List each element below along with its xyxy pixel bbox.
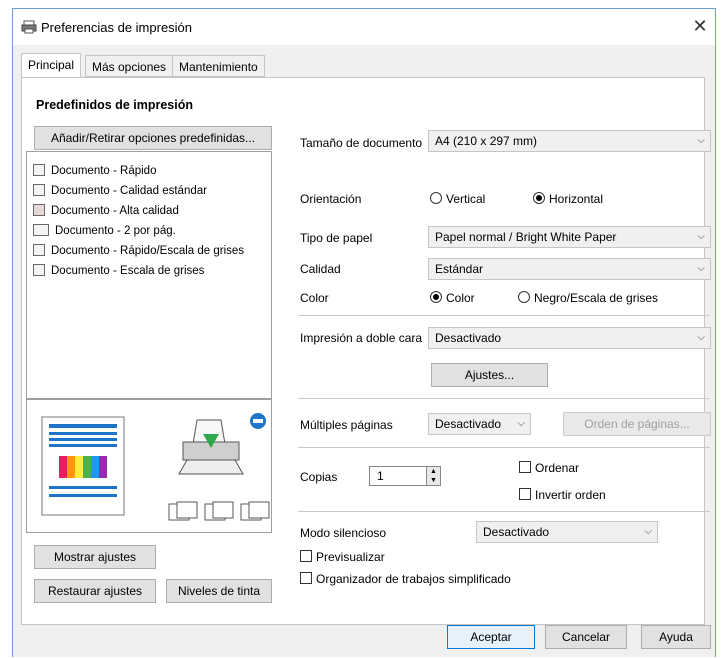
chevron-down-icon: ⌵ [517,418,525,429]
orientation-vertical-radio[interactable] [430,192,442,204]
print-preview [26,399,272,533]
list-item[interactable]: Documento - Escala de grises [33,264,204,278]
copies-stepper[interactable]: 1 ▲ ▼ [369,466,441,486]
divider [298,447,710,448]
paper-type-select[interactable]: Papel normal / Bright White Paper ⌵ [428,226,711,248]
close-button[interactable]: ✕ [689,15,711,37]
multiple-pages-select[interactable]: Desactivado ⌵ [428,413,531,435]
document-grayscale-icon [33,264,45,276]
orientation-horizontal-radio[interactable] [533,192,545,204]
chevron-down-icon: ⌵ [697,263,705,274]
orientation-label: Orientación [300,192,362,206]
two-pages-icon [33,224,49,236]
chevron-down-icon: ⌵ [697,332,705,343]
chevron-down-icon: ⌵ [697,135,705,146]
grayscale-radio[interactable] [518,291,530,303]
tab-principal[interactable]: Principal [21,53,82,78]
chevron-down-icon: ⌵ [644,526,652,537]
title-bar: Preferencias de impresión ✕ [13,9,715,45]
list-item[interactable]: Documento - Alta calidad [33,204,179,218]
preview-checkbox[interactable] [300,550,312,562]
close-icon: ✕ [692,16,708,36]
quality-label: Calidad [300,262,341,276]
collate-label: Ordenar [535,461,580,475]
orientation-vertical-label: Vertical [446,192,486,206]
page-order-icons [168,501,270,521]
quality-select[interactable]: Estándar ⌵ [428,258,711,280]
reverse-order-checkbox[interactable] [519,488,531,500]
list-item[interactable]: Documento - Calidad estándar [33,184,207,198]
collate-checkbox[interactable] [519,461,531,473]
presets-heading: Predefinidos de impresión [36,98,193,112]
document-icon [33,184,45,196]
grayscale-option-label: Negro/Escala de grises [534,291,659,305]
page-preview-illustration [41,416,125,516]
document-photo-icon [33,204,45,216]
list-item[interactable]: Documento - 2 por pág. [33,224,176,238]
document-icon [33,164,45,176]
copies-label: Copias [300,470,338,484]
printer-icon [21,20,37,34]
divider [298,511,710,512]
restore-settings-button[interactable]: Restaurar ajustes [34,579,156,603]
help-button[interactable]: Ayuda [641,625,711,649]
ink-levels-button[interactable]: Niveles de tinta [166,579,272,603]
duplex-settings-button[interactable]: Ajustes... [431,363,548,387]
multiple-pages-label: Múltiples páginas [300,418,393,432]
list-item[interactable]: Documento - Rápido [33,164,156,178]
orientation-horizontal-label: Horizontal [549,192,604,206]
window-title: Preferencias de impresión [41,20,193,35]
show-settings-button[interactable]: Mostrar ajustes [34,545,156,569]
reverse-order-label: Invertir orden [535,488,606,502]
presets-list[interactable]: Documento - Rápido Documento - Calidad e… [26,151,272,399]
cancel-button[interactable]: Cancelar [545,625,627,649]
list-item[interactable]: Documento - Rápido/Escala de grises [33,244,244,258]
add-remove-presets-button[interactable]: Añadir/Retirar opciones predefinidas... [34,126,272,150]
tab-more-options[interactable]: Más opciones [85,55,174,77]
preview-label: Previsualizar [316,550,385,564]
ok-button[interactable]: Aceptar [447,625,535,649]
chevron-down-icon: ⌵ [697,231,705,242]
info-badge-icon [250,413,266,429]
job-arranger-checkbox[interactable] [300,572,312,584]
job-arranger-label: Organizador de trabajos simplificado [316,572,511,586]
document-size-label: Tamaño de documento [300,136,423,150]
divider [298,398,710,399]
document-size-select[interactable]: A4 (210 x 297 mm) ⌵ [428,130,711,152]
page-order-button[interactable]: Orden de páginas... [563,412,711,436]
duplex-label: Impresión a doble cara [300,331,423,345]
duplex-select[interactable]: Desactivado ⌵ [428,327,711,349]
paper-type-label: Tipo de papel [300,231,373,245]
tab-maintenance[interactable]: Mantenimiento [172,55,265,77]
spin-arrows-icon[interactable]: ▲ ▼ [426,467,440,485]
quiet-mode-label: Modo silencioso [300,526,387,540]
color-option-label: Color [446,291,475,305]
quiet-mode-select[interactable]: Desactivado ⌵ [476,521,658,543]
copies-value: 1 [377,469,384,483]
document-grayscale-icon [33,244,45,256]
color-radio[interactable] [430,291,442,303]
printer-illustration-icon [178,419,244,475]
color-label: Color [300,291,329,305]
divider [298,315,710,316]
